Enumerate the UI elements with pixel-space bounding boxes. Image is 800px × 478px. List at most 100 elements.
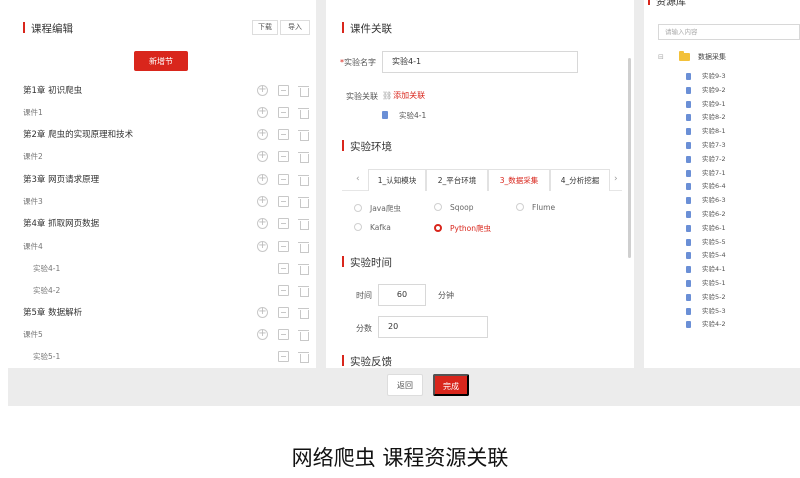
option-label: Java爬虫 xyxy=(370,204,401,213)
add-icon[interactable] xyxy=(257,83,268,97)
import-button[interactable]: 导入 xyxy=(280,20,310,35)
score-input[interactable]: 20 xyxy=(378,316,488,338)
add-icon[interactable] xyxy=(257,127,268,141)
chapter-row[interactable]: 第1章 初识爬虫 xyxy=(8,83,316,98)
chapter-row[interactable]: 第2章 爬虫的实现原理和技术 xyxy=(8,127,316,142)
edit-icon[interactable] xyxy=(278,307,289,318)
delete-icon[interactable] xyxy=(298,107,309,119)
edit-icon[interactable] xyxy=(278,241,289,252)
edit-icon[interactable] xyxy=(278,107,289,118)
add-icon[interactable] xyxy=(257,172,268,186)
radio-dot xyxy=(434,203,442,211)
courseware-row[interactable]: 课件1 xyxy=(8,105,316,120)
time-label: 时间 xyxy=(356,291,372,300)
delete-icon[interactable] xyxy=(298,351,309,363)
experiment-time-title: 实验时间 xyxy=(342,255,392,270)
add-icon[interactable] xyxy=(257,194,268,208)
resource-item-label: 实验5-4 xyxy=(702,251,726,260)
add-icon[interactable] xyxy=(257,305,268,319)
middle-panel-scrollbar[interactable] xyxy=(628,58,631,258)
delete-icon[interactable] xyxy=(298,263,309,275)
edit-icon[interactable] xyxy=(278,196,289,207)
file-icon xyxy=(686,293,691,301)
tree-item-label: 实验4-1 xyxy=(33,264,61,273)
option-flume[interactable]: Flume xyxy=(516,203,555,212)
edit-icon[interactable] xyxy=(278,263,289,274)
experiment-row[interactable]: 实验5-1 xyxy=(8,350,316,364)
resource-item-label: 实验6-3 xyxy=(702,196,726,205)
delete-icon[interactable] xyxy=(298,196,309,208)
tab-platform-environment[interactable]: 2_平台环境 xyxy=(426,169,488,191)
resource-item-label: 实验8-2 xyxy=(702,113,726,122)
edit-icon[interactable] xyxy=(278,174,289,185)
radio-dot xyxy=(354,223,362,231)
score-label: 分数 xyxy=(356,324,372,333)
resource-item-label: 实验7-3 xyxy=(702,141,726,149)
file-icon xyxy=(686,252,691,260)
delete-icon[interactable] xyxy=(298,307,309,319)
experiment-name-input[interactable]: 实验4-1 xyxy=(382,51,578,73)
resource-search-input[interactable]: 请输入内容 xyxy=(658,24,800,40)
option-label: Python爬虫 xyxy=(450,224,491,233)
experiment-name-label: *实验名字 xyxy=(340,57,376,68)
chapter-row[interactable]: 第5章 数据解析 xyxy=(8,305,316,320)
edit-icon[interactable] xyxy=(278,329,289,340)
related-file-icon xyxy=(382,111,388,119)
option-python-crawler[interactable]: Python爬虫 xyxy=(434,223,491,234)
resource-item-label: 实验5-1 xyxy=(702,279,726,287)
file-icon xyxy=(686,183,691,191)
new-section-button[interactable]: 新增节 xyxy=(134,51,188,71)
add-icon[interactable] xyxy=(257,149,268,163)
edit-icon[interactable] xyxy=(278,129,289,140)
delete-icon[interactable] xyxy=(298,285,309,297)
experiment-row[interactable]: 实验4-1 xyxy=(8,262,316,276)
tab-analysis-mining[interactable]: 4_分析挖掘 xyxy=(550,169,610,191)
done-button[interactable]: 完成 xyxy=(433,374,469,396)
resource-item-label: 实验9-3 xyxy=(702,72,726,80)
courseware-row[interactable]: 课件5 xyxy=(8,327,316,342)
related-experiment-item[interactable]: 实验4-1 xyxy=(399,110,426,121)
tree-item-label: 课件1 xyxy=(23,108,43,117)
tree-item-label: 第4章 抓取网页数据 xyxy=(23,219,100,229)
delete-icon[interactable] xyxy=(298,329,309,341)
time-input[interactable]: 60 xyxy=(378,284,426,306)
tab-data-collection[interactable]: 3_数据采集 xyxy=(488,169,550,191)
tree-item-label: 实验4-2 xyxy=(33,286,61,295)
back-button[interactable]: 返回 xyxy=(387,374,423,396)
experiment-row[interactable]: 实验4-2 xyxy=(8,284,316,298)
delete-icon[interactable] xyxy=(298,218,309,230)
courseware-row[interactable]: 课件4 xyxy=(8,239,316,254)
add-icon[interactable] xyxy=(257,216,268,230)
file-icon xyxy=(686,100,691,108)
tab-prev-arrow-icon[interactable]: ‹ xyxy=(356,174,360,184)
collapse-caret-icon[interactable]: ⊟ xyxy=(658,51,664,63)
edit-icon[interactable] xyxy=(278,218,289,229)
add-relation-link[interactable]: ⛓添加关联 xyxy=(382,90,425,101)
delete-icon[interactable] xyxy=(298,85,309,97)
chapter-row[interactable]: 第4章 抓取网页数据 xyxy=(8,216,316,231)
add-icon[interactable] xyxy=(257,105,268,119)
add-icon[interactable] xyxy=(257,327,268,341)
edit-icon[interactable] xyxy=(278,285,289,296)
experiment-feedback-title: 实验反馈 xyxy=(342,354,392,368)
chapter-row[interactable]: 第3章 网页请求原理 xyxy=(8,172,316,187)
delete-icon[interactable] xyxy=(298,174,309,186)
option-kafka[interactable]: Kafka xyxy=(354,223,391,232)
edit-icon[interactable] xyxy=(278,351,289,362)
download-button[interactable]: 下载 xyxy=(252,20,278,35)
courseware-link-title: 课件关联 xyxy=(342,21,392,36)
tab-cognition-module[interactable]: 1_认知模块 xyxy=(368,169,426,191)
tree-item-label: 课件3 xyxy=(23,197,43,206)
delete-icon[interactable] xyxy=(298,129,309,141)
courseware-row[interactable]: 课件2 xyxy=(8,149,316,164)
add-icon[interactable] xyxy=(257,239,268,253)
edit-icon[interactable] xyxy=(278,151,289,162)
resource-item-label: 实验6-1 xyxy=(702,223,726,232)
courseware-row[interactable]: 课件3 xyxy=(8,194,316,209)
option-sqoop[interactable]: Sqoop xyxy=(434,203,473,212)
option-java-crawler[interactable]: Java爬虫 xyxy=(354,203,401,214)
delete-icon[interactable] xyxy=(298,151,309,163)
delete-icon[interactable] xyxy=(298,241,309,253)
edit-icon[interactable] xyxy=(278,85,289,96)
tab-next-arrow-icon[interactable]: › xyxy=(614,174,618,184)
